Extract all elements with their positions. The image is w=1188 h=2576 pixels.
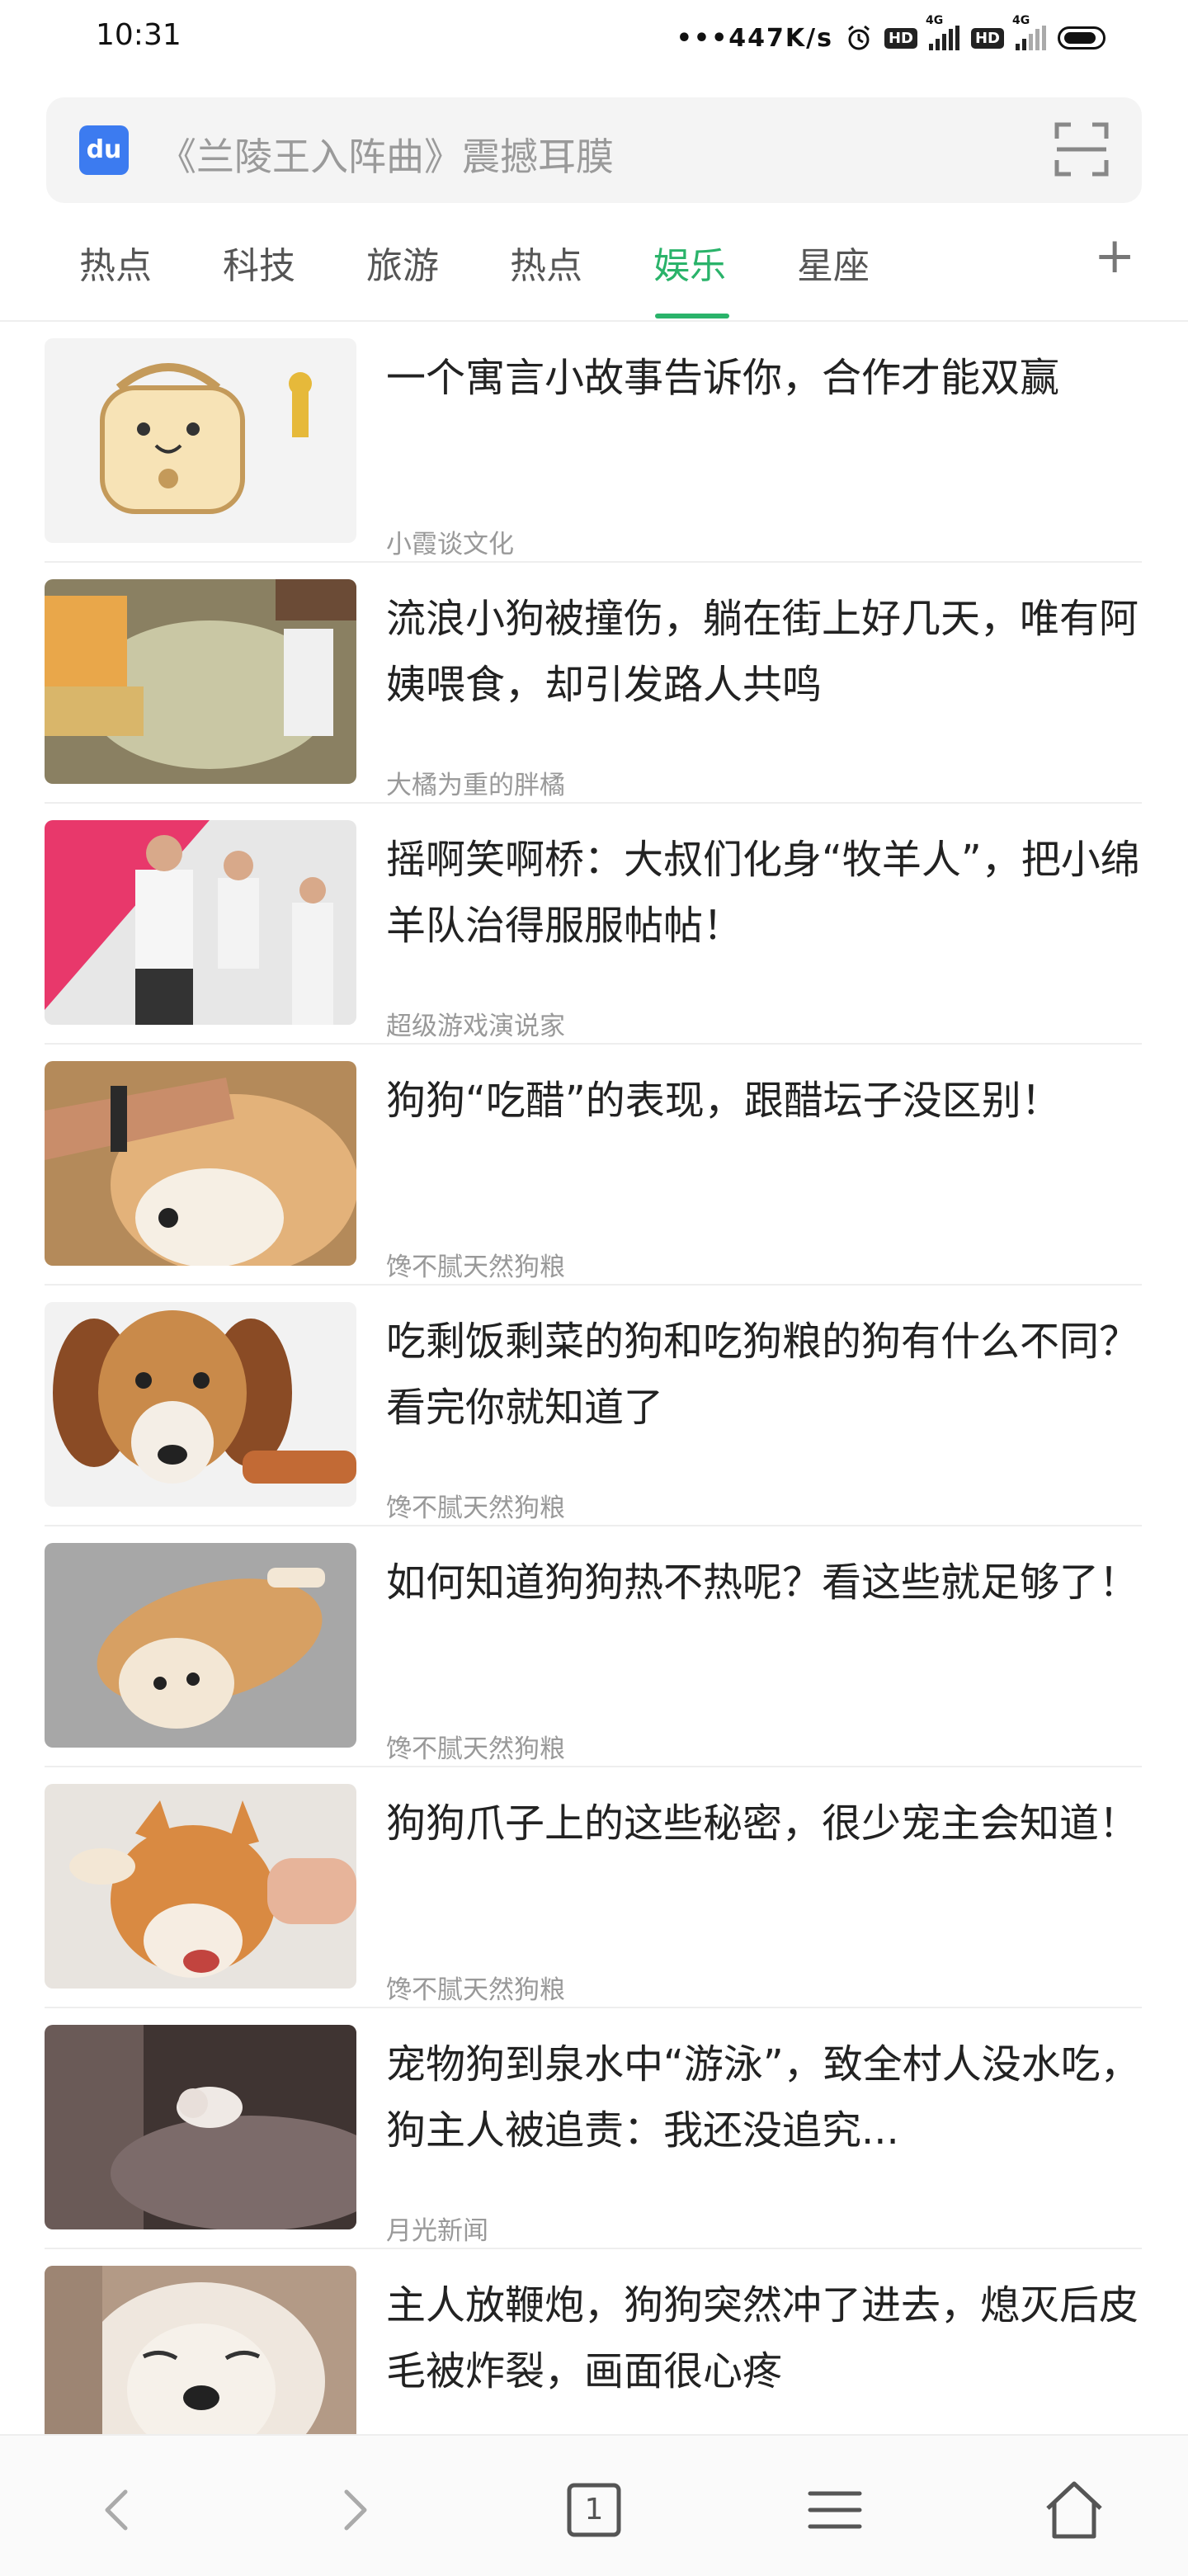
news-source: 超级游戏演说家 bbox=[386, 1012, 565, 1041]
news-item[interactable]: 如何知道狗狗热不热呢？看这些就足够了！ 馋不腻天然狗粮 bbox=[0, 1526, 1188, 1767]
tabs-button[interactable]: 1 bbox=[561, 2477, 627, 2543]
alarm-icon bbox=[848, 25, 870, 50]
tab-horoscope[interactable]: 星座 bbox=[797, 236, 870, 289]
kitten-photo bbox=[45, 2025, 356, 2229]
search-bar[interactable]: du 《兰陵王入阵曲》震撼耳膜 bbox=[46, 97, 1142, 203]
bottom-nav: 1 bbox=[0, 2434, 1188, 2576]
news-thumbnail bbox=[45, 1543, 356, 1748]
shiba-photo bbox=[45, 1061, 356, 1266]
shiba-paw-photo bbox=[45, 1784, 356, 1989]
signal-icon-2: 4G bbox=[1012, 14, 1046, 50]
network-type-label: 4G bbox=[925, 14, 944, 27]
news-item[interactable]: 狗狗“吃醋”的表现，跟醋坛子没区别！ 馋不腻天然狗粮 bbox=[0, 1045, 1188, 1286]
news-title[interactable]: 摇啊笑啊桥：大叔们化身“牧羊人”，把小绵羊队治得服服帖帖！ bbox=[386, 827, 1145, 959]
baidu-logo-icon: du bbox=[79, 125, 129, 175]
tab-hot-2[interactable]: 热点 bbox=[510, 236, 582, 289]
news-item[interactable]: 吃剩饭剩菜的狗和吃狗粮的狗有什么不同？看完你就知道了 馋不腻天然狗粮 bbox=[0, 1286, 1188, 1526]
shiba-floor-photo bbox=[45, 1543, 356, 1748]
home-icon[interactable] bbox=[1041, 2477, 1107, 2543]
status-time: 10:31 bbox=[96, 18, 182, 52]
news-thumbnail bbox=[45, 338, 356, 543]
menu-icon[interactable] bbox=[802, 2477, 868, 2543]
news-source: 馋不腻天然狗粮 bbox=[386, 1253, 565, 1282]
news-title[interactable]: 吃剩饭剩菜的狗和吃狗粮的狗有什么不同？看完你就知道了 bbox=[386, 1309, 1145, 1441]
news-source: 馋不腻天然狗粮 bbox=[386, 1975, 565, 2005]
tab-entertainment[interactable]: 娱乐 bbox=[653, 236, 726, 289]
network-type-label-2: 4G bbox=[1012, 14, 1030, 27]
tv-show-photo bbox=[45, 820, 356, 1025]
news-title[interactable]: 狗狗爪子上的这些秘密，很少宠主会知道！ bbox=[386, 1790, 1145, 1857]
news-source: 月光新闻 bbox=[386, 2216, 488, 2246]
status-bar: 10:31 •••447K/s HD 4G HD 4G bbox=[0, 0, 1188, 79]
news-item[interactable]: 一个寓言小故事告诉你，合作才能双赢 小霞谈文化 bbox=[0, 322, 1188, 563]
beagle-photo bbox=[45, 1302, 356, 1507]
news-thumbnail bbox=[45, 1302, 356, 1507]
news-item[interactable]: 摇啊笑啊桥：大叔们化身“牧羊人”，把小绵羊队治得服服帖帖！ 超级游戏演说家 bbox=[0, 804, 1188, 1045]
news-item[interactable]: 宠物狗到泉水中“游泳”，致全村人没水吃，狗主人被追责：我还没追究... 月光新闻 bbox=[0, 2008, 1188, 2249]
category-tabs: 热点 科技 旅游 热点 娱乐 星座 + bbox=[0, 211, 1188, 322]
news-item[interactable]: 流浪小狗被撞伤，躺在街上好几天，唯有阿姨喂食，却引发路人共鸣 大橘为重的胖橘 bbox=[0, 563, 1188, 804]
tab-hot[interactable]: 热点 bbox=[79, 236, 152, 289]
hd-icon: HD bbox=[884, 27, 917, 49]
news-title[interactable]: 狗狗“吃醋”的表现，跟醋坛子没区别！ bbox=[386, 1068, 1145, 1134]
news-thumbnail bbox=[45, 820, 356, 1025]
cartoon-handbag-icon bbox=[45, 338, 356, 543]
tab-count: 1 bbox=[584, 2493, 604, 2526]
news-title[interactable]: 宠物狗到泉水中“游泳”，致全村人没水吃，狗主人被追责：我还没追究... bbox=[386, 2031, 1145, 2163]
news-title[interactable]: 主人放鞭炮，狗狗突然冲了进去，熄灭后皮毛被炸裂，画面很心疼 bbox=[386, 2272, 1145, 2404]
active-tab-indicator bbox=[655, 314, 729, 318]
status-icons: •••447K/s HD 4G HD 4G bbox=[676, 14, 1106, 61]
signal-icon: 4G bbox=[926, 14, 959, 50]
add-tab-icon[interactable]: + bbox=[1094, 231, 1135, 281]
news-thumbnail bbox=[45, 1784, 356, 1989]
forward-icon[interactable] bbox=[322, 2477, 388, 2543]
news-thumbnail bbox=[45, 2025, 356, 2229]
news-title[interactable]: 流浪小狗被撞伤，躺在街上好几天，唯有阿姨喂食，却引发路人共鸣 bbox=[386, 586, 1145, 718]
back-icon[interactable] bbox=[84, 2477, 150, 2543]
news-item[interactable]: 狗狗爪子上的这些秘密，很少宠主会知道！ 馋不腻天然狗粮 bbox=[0, 1767, 1188, 2008]
news-feed: 一个寓言小故事告诉你，合作才能双赢 小霞谈文化 流浪小狗被撞伤，躺在街上好几天，… bbox=[0, 322, 1188, 2490]
news-title[interactable]: 一个寓言小故事告诉你，合作才能双赢 bbox=[386, 345, 1145, 411]
news-source: 馋不腻天然狗粮 bbox=[386, 1734, 565, 1764]
tab-tech[interactable]: 科技 bbox=[223, 236, 295, 289]
search-input[interactable]: 《兰陵王入阵曲》震撼耳膜 bbox=[158, 127, 614, 182]
scan-icon[interactable] bbox=[1054, 122, 1109, 177]
injured-dog-photo bbox=[45, 579, 356, 784]
hd-icon-2: HD bbox=[970, 27, 1004, 49]
news-thumbnail bbox=[45, 1061, 356, 1266]
news-title[interactable]: 如何知道狗狗热不热呢？看这些就足够了！ bbox=[386, 1550, 1145, 1616]
battery-icon bbox=[1058, 26, 1106, 50]
network-speed: •••447K/s bbox=[676, 23, 833, 53]
news-source: 大橘为重的胖橘 bbox=[386, 771, 565, 800]
news-thumbnail bbox=[45, 579, 356, 784]
news-source: 馋不腻天然狗粮 bbox=[386, 1493, 565, 1523]
news-source: 小霞谈文化 bbox=[386, 530, 514, 559]
tab-travel[interactable]: 旅游 bbox=[366, 236, 439, 289]
